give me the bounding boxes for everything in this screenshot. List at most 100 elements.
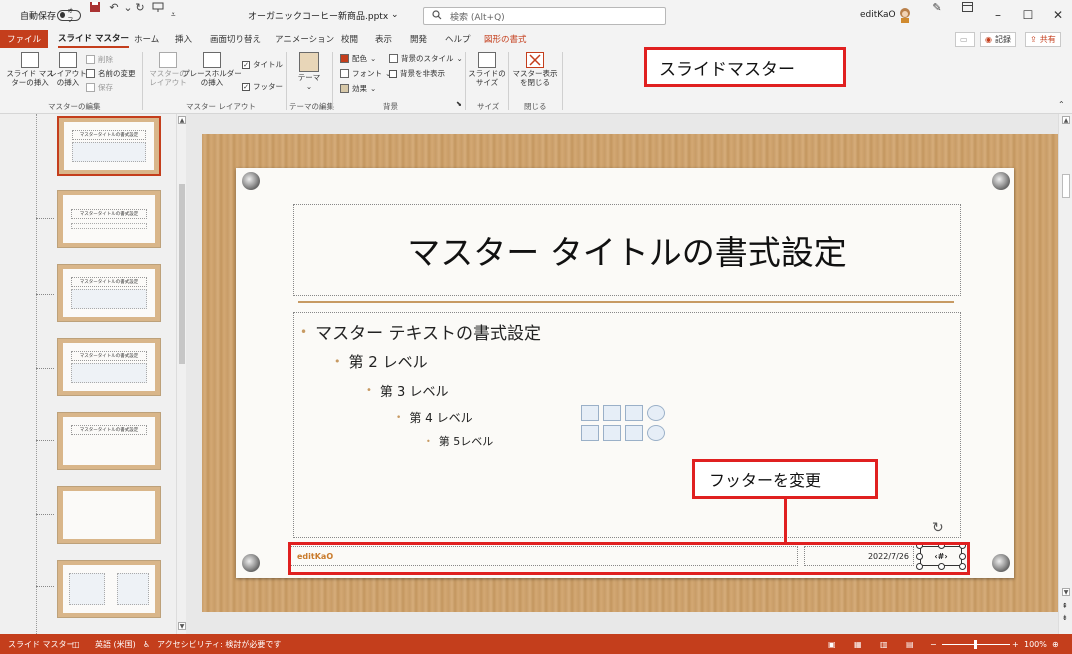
thumbnail-title: マスタータイトルの書式設定 bbox=[71, 425, 147, 435]
tab-view[interactable]: 表示 bbox=[375, 30, 392, 48]
fonts-dropdown[interactable]: フォント⌄ bbox=[340, 68, 391, 79]
slide-sorter-icon[interactable]: ▦ bbox=[854, 634, 862, 654]
rename-button[interactable]: 名前の変更 bbox=[86, 68, 136, 79]
scrollbar-thumb[interactable] bbox=[1062, 174, 1070, 198]
rotate-handle-icon[interactable]: ↻ bbox=[932, 520, 944, 536]
icons-icon[interactable] bbox=[647, 425, 665, 441]
share-button[interactable]: ⇪ 共有 bbox=[1025, 32, 1061, 47]
thumbnail-scrollbar[interactable]: ▲ ▼ bbox=[176, 114, 186, 634]
thumbnail-layout-blank[interactable] bbox=[57, 486, 161, 544]
preserve-button[interactable]: 保存 bbox=[86, 82, 113, 93]
tab-insert[interactable]: 挿入 bbox=[175, 30, 192, 48]
thumbnail-layout-content-caption[interactable] bbox=[57, 560, 161, 618]
effects-dropdown[interactable]: 効果 ⌄ bbox=[340, 83, 376, 94]
insert-slide-master-button[interactable]: スライド マス ターの挿入 bbox=[6, 52, 54, 87]
collapse-ribbon-icon[interactable]: ⌃ bbox=[1058, 100, 1065, 109]
insert-layout-button[interactable]: レイアウト の挿入 bbox=[49, 52, 87, 87]
theme-button[interactable]: テーマ ⌄ bbox=[292, 52, 326, 91]
previous-slide-icon[interactable]: ⇞ bbox=[1062, 602, 1068, 610]
tab-slide-master[interactable]: スライド マスター bbox=[58, 30, 129, 48]
slide-size-button[interactable]: スライドの サイズ bbox=[468, 52, 506, 87]
customize-qat-icon[interactable]: ⩡ bbox=[171, 0, 176, 30]
title-checkbox[interactable]: ✓ タイトル bbox=[242, 59, 283, 70]
thumbnail-layout-title[interactable]: マスタータイトルの書式設定 bbox=[57, 190, 161, 248]
record-button[interactable]: ◉ 記録 bbox=[980, 32, 1016, 47]
zoom-level[interactable]: 100% bbox=[1024, 634, 1047, 654]
redo-icon[interactable]: ↻ bbox=[133, 0, 147, 14]
tab-home[interactable]: ホーム bbox=[134, 30, 159, 48]
video-icon[interactable] bbox=[625, 425, 643, 441]
accessibility-icon[interactable]: ♿ bbox=[143, 634, 150, 654]
zoom-slider[interactable] bbox=[942, 634, 1010, 654]
status-accessibility[interactable]: アクセシビリティ: 検討が必要です bbox=[157, 634, 281, 654]
minimize-icon[interactable]: – bbox=[990, 0, 1006, 30]
slide-master-page[interactable]: マスター タイトルの書式設定 • マスター テキストの書式設定 • 第 2 レベル … bbox=[236, 168, 1014, 578]
spelling-icon[interactable]: ◫ bbox=[72, 634, 80, 654]
tab-help[interactable]: ヘルプ bbox=[445, 30, 471, 48]
autosave-toggle[interactable]: オフ bbox=[57, 0, 81, 30]
close-icon[interactable]: ✕ bbox=[1050, 0, 1066, 30]
filename: オーガニックコーヒー新商品.pptx bbox=[248, 11, 389, 22]
status-view: スライド マスター bbox=[8, 639, 75, 649]
scroll-down-icon[interactable]: ▼ bbox=[178, 622, 186, 630]
insert-layout-label: レイアウト の挿入 bbox=[49, 69, 87, 87]
group-separator bbox=[142, 52, 143, 110]
thumbnail-layout-content[interactable]: マスタータイトルの書式設定 bbox=[57, 264, 161, 322]
table-icon[interactable] bbox=[581, 405, 599, 421]
save-icon[interactable] bbox=[88, 0, 102, 14]
chart-icon[interactable] bbox=[603, 405, 621, 421]
scrollbar-thumb[interactable] bbox=[179, 184, 185, 364]
background-styles-dropdown[interactable]: 背景のスタイル ⌄ bbox=[389, 53, 463, 64]
status-language[interactable]: 英語 (米国) bbox=[95, 634, 136, 654]
hide-background-checkbox[interactable]: 背景を非表示 bbox=[389, 68, 445, 79]
undo-icon[interactable]: ↶ bbox=[107, 0, 121, 14]
scroll-up-icon[interactable]: ▲ bbox=[1062, 116, 1070, 124]
next-slide-icon[interactable]: ⇟ bbox=[1062, 614, 1068, 622]
tab-transitions[interactable]: 画面切り替え bbox=[210, 30, 261, 48]
canvas-scrollbar[interactable]: ▲ ▼ ⇞ ⇟ bbox=[1058, 114, 1072, 634]
delete-button[interactable]: 削除 bbox=[86, 54, 113, 65]
document-title[interactable]: オーガニックコーヒー新商品.pptx ⌄ bbox=[248, 0, 399, 30]
search-box[interactable]: 検索 (Alt+Q) bbox=[423, 7, 666, 25]
pin-icon bbox=[242, 172, 260, 190]
tab-review[interactable]: 校閲 bbox=[341, 30, 358, 48]
zoom-out-icon[interactable]: − bbox=[930, 634, 937, 654]
thumbnail-master[interactable]: マスタータイトルの書式設定 bbox=[57, 116, 161, 176]
reading-view-icon[interactable]: ▥ bbox=[880, 634, 888, 654]
pen-icon[interactable]: ✎ bbox=[930, 0, 944, 14]
thumbnail-layout-two-content[interactable]: マスタータイトルの書式設定 bbox=[57, 338, 161, 396]
tab-file[interactable]: ファイル bbox=[0, 30, 48, 48]
title-placeholder[interactable]: マスター タイトルの書式設定 bbox=[293, 204, 961, 296]
ribbon-display-icon[interactable] bbox=[960, 0, 974, 14]
insert-placeholder-button[interactable]: プレースホルダー の挿入 bbox=[182, 52, 242, 87]
autosave-state: オフ bbox=[67, 8, 74, 24]
3d-model-icon[interactable] bbox=[647, 405, 665, 421]
maximize-icon[interactable]: ☐ bbox=[1020, 0, 1036, 30]
user-name[interactable]: editKaO bbox=[860, 0, 896, 30]
smartart-icon[interactable] bbox=[625, 405, 643, 421]
tab-developer[interactable]: 開発 bbox=[410, 30, 427, 48]
thumbnail-layout-title-only[interactable]: マスタータイトルの書式設定 bbox=[57, 412, 161, 470]
online-picture-icon[interactable] bbox=[603, 425, 621, 441]
avatar[interactable] bbox=[898, 0, 912, 30]
scroll-up-icon[interactable]: ▲ bbox=[178, 116, 186, 124]
fit-slide-icon[interactable]: ⊕ bbox=[1052, 634, 1059, 654]
comment-icon[interactable]: ▭ bbox=[955, 32, 975, 47]
colors-dropdown[interactable]: 配色 ⌄ bbox=[340, 53, 376, 64]
zoom-in-icon[interactable]: + bbox=[1012, 634, 1019, 654]
tab-shape-format[interactable]: 図形の書式 bbox=[484, 30, 527, 48]
preserve-label: 保存 bbox=[98, 83, 113, 92]
dialog-launcher-icon[interactable]: ⬊ bbox=[456, 100, 462, 108]
thumbnail-connector bbox=[36, 586, 54, 587]
scroll-down-icon[interactable]: ▼ bbox=[1062, 588, 1070, 596]
picture-icon[interactable] bbox=[581, 425, 599, 441]
search-placeholder: 検索 (Alt+Q) bbox=[450, 12, 505, 23]
tab-animations[interactable]: アニメーション bbox=[275, 30, 334, 48]
close-master-view-button[interactable]: マスター表示 を閉じる bbox=[511, 52, 559, 87]
normal-view-icon[interactable]: ▣ bbox=[828, 634, 836, 654]
footer-checkbox[interactable]: ✓ フッター bbox=[242, 81, 283, 92]
present-icon[interactable] bbox=[151, 0, 165, 14]
group-label-background: 背景 bbox=[383, 102, 398, 111]
body-placeholder[interactable]: • マスター テキストの書式設定 • 第 2 レベル • 第 3 レベル • 第 4 レ… bbox=[293, 312, 961, 538]
slideshow-icon[interactable]: ▤ bbox=[906, 634, 914, 654]
